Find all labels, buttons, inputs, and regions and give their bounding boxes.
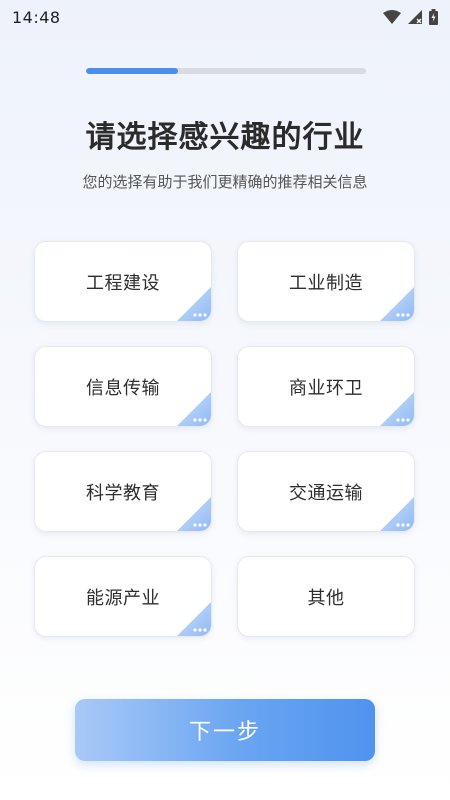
more-corner-icon xyxy=(177,287,211,321)
wifi-icon xyxy=(383,10,401,24)
page-subtitle: 您的选择有助于我们更精确的推荐相关信息 xyxy=(82,173,368,191)
industry-card-engineering[interactable]: 工程建设 xyxy=(34,241,212,322)
industry-card-label: 其他 xyxy=(307,587,345,609)
more-corner-icon xyxy=(177,497,211,531)
more-corner-icon xyxy=(380,287,414,321)
more-corner-icon xyxy=(177,602,211,636)
industry-card-label: 科学教育 xyxy=(86,482,160,504)
industry-card-label: 信息传输 xyxy=(86,377,160,399)
industry-card-label: 商业环卫 xyxy=(289,377,363,399)
more-corner-icon xyxy=(380,497,414,531)
industry-card-label: 交通运输 xyxy=(289,482,363,504)
industry-card-label: 工程建设 xyxy=(86,272,160,294)
industry-card-education[interactable]: 科学教育 xyxy=(34,451,212,532)
industry-card-other[interactable]: 其他 xyxy=(237,556,415,637)
more-corner-icon xyxy=(177,392,211,426)
industry-card-commerce[interactable]: 商业环卫 xyxy=(237,346,415,427)
battery-icon xyxy=(429,9,438,25)
industry-card-energy[interactable]: 能源产业 xyxy=(34,556,212,637)
next-step-button[interactable]: 下一步 xyxy=(75,699,375,761)
status-icons xyxy=(383,9,438,25)
industry-card-label: 能源产业 xyxy=(86,587,160,609)
signal-icon xyxy=(408,10,422,24)
industry-card-transport[interactable]: 交通运输 xyxy=(237,451,415,532)
industry-card-manufacturing[interactable]: 工业制造 xyxy=(237,241,415,322)
progress-bar xyxy=(86,68,366,74)
page-title: 请选择感兴趣的行业 xyxy=(85,120,365,155)
status-time: 14:48 xyxy=(12,7,61,27)
industry-card-information[interactable]: 信息传输 xyxy=(34,346,212,427)
status-bar: 14:48 xyxy=(0,0,450,34)
more-corner-icon xyxy=(380,392,414,426)
industry-grid: 工程建设 工业制造 信息传输 商业环卫 科学教育 交通运输 能源产业 其他 xyxy=(34,241,417,637)
progress-bar-fill xyxy=(86,68,179,74)
industry-card-label: 工业制造 xyxy=(289,272,363,294)
